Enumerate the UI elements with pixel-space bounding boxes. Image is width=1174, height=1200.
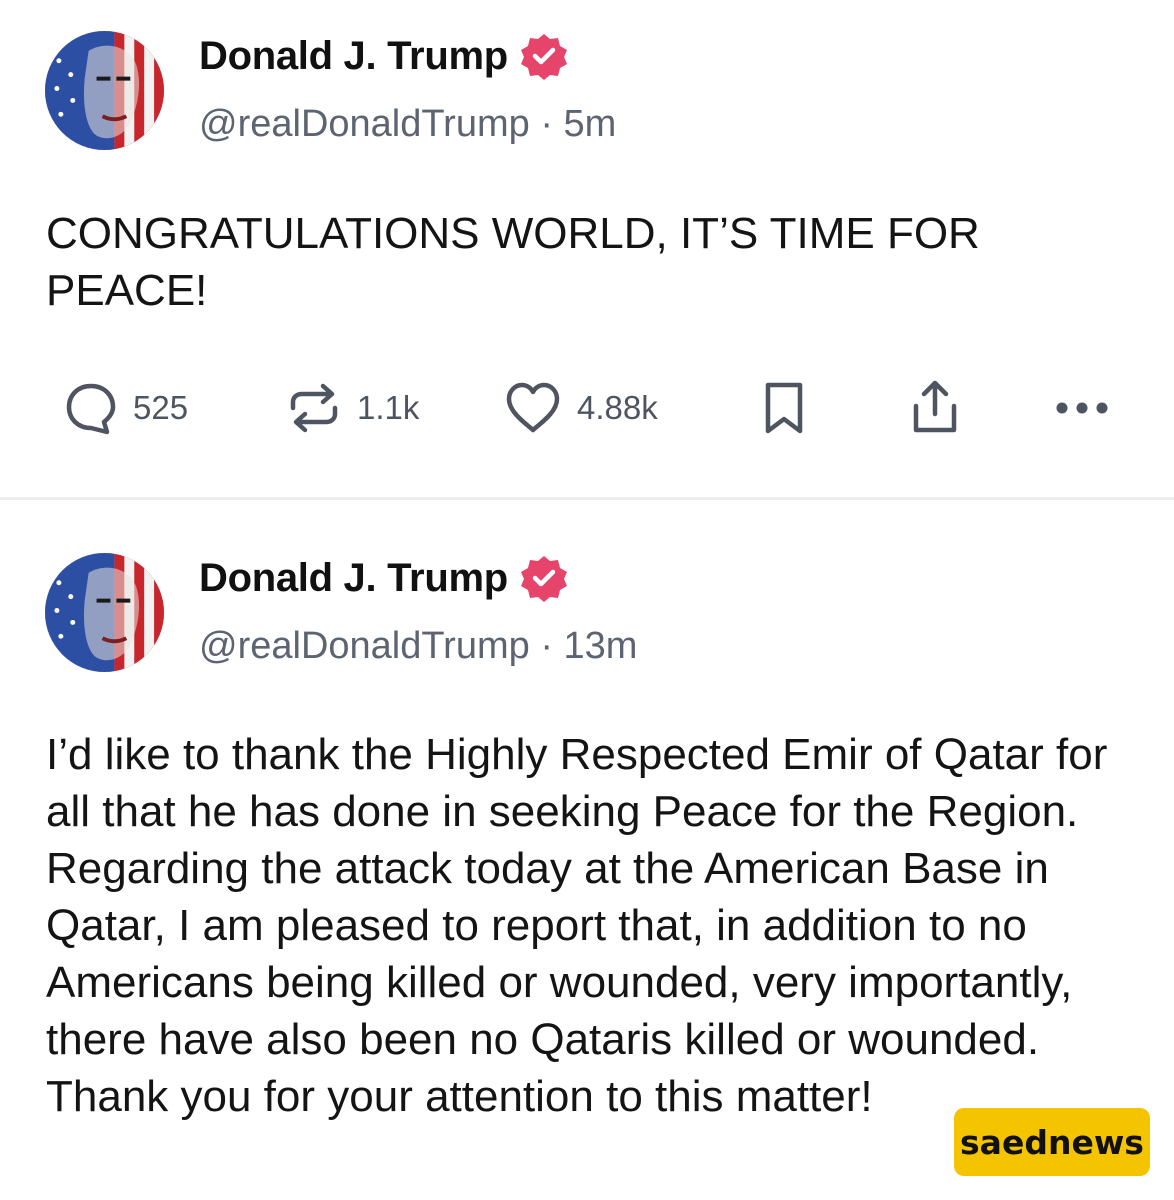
separator-dot: · xyxy=(540,625,564,667)
author-handle[interactable]: @realDonaldTrump xyxy=(199,625,530,667)
bookmark-icon xyxy=(765,382,803,434)
flag-portrait-avatar-icon xyxy=(45,553,164,672)
author-row: Donald J. Trump xyxy=(199,32,568,80)
post-text: CONGRATULATIONS WORLD, IT’S TIME FOR PEA… xyxy=(46,209,980,315)
reply-button[interactable]: 525 xyxy=(63,378,188,438)
author-row: Donald J. Trump xyxy=(199,554,568,602)
avatar[interactable] xyxy=(45,31,164,150)
repost-icon xyxy=(290,383,338,433)
post-2[interactable]: Donald J. Trump @realDonaldTrump · 13m I… xyxy=(0,500,1174,1200)
like-count: 4.88k xyxy=(577,389,658,426)
share-icon xyxy=(913,380,957,433)
handle-row: @realDonaldTrump · 5m xyxy=(199,103,616,146)
post-time[interactable]: 5m xyxy=(564,103,617,145)
reply-count: 525 xyxy=(133,389,189,426)
like-icon xyxy=(506,382,560,433)
share-button[interactable] xyxy=(906,378,964,438)
verified-badge-icon xyxy=(520,34,567,80)
handle-row: @realDonaldTrump · 13m xyxy=(199,625,637,668)
action-bar: 525 1.1k 4.88k xyxy=(0,378,1174,438)
watermark-badge: saednews xyxy=(954,1108,1150,1176)
watermark-text: saednews xyxy=(960,1122,1144,1162)
author-handle[interactable]: @realDonaldTrump xyxy=(199,103,530,145)
repost-count: 1.1k xyxy=(357,389,420,426)
verified-badge-icon xyxy=(520,556,567,602)
bookmark-button[interactable] xyxy=(760,378,808,438)
avatar[interactable] xyxy=(45,553,164,672)
more-icon xyxy=(1056,402,1108,414)
separator-dot: · xyxy=(540,103,564,145)
reply-icon xyxy=(66,383,116,435)
repost-button[interactable]: 1.1k xyxy=(285,378,419,438)
post-1[interactable]: Donald J. Trump @realDonaldTrump · 5m CO… xyxy=(0,0,1174,498)
flag-portrait-avatar-icon xyxy=(45,31,164,150)
like-button[interactable]: 4.88k xyxy=(503,378,658,438)
post-time[interactable]: 13m xyxy=(564,625,638,667)
author-name[interactable]: Donald J. Trump xyxy=(199,556,508,601)
author-name[interactable]: Donald J. Trump xyxy=(199,34,508,79)
post-text: I’d like to thank the Highly Respected E… xyxy=(46,730,1108,1121)
more-button[interactable] xyxy=(1052,378,1112,438)
